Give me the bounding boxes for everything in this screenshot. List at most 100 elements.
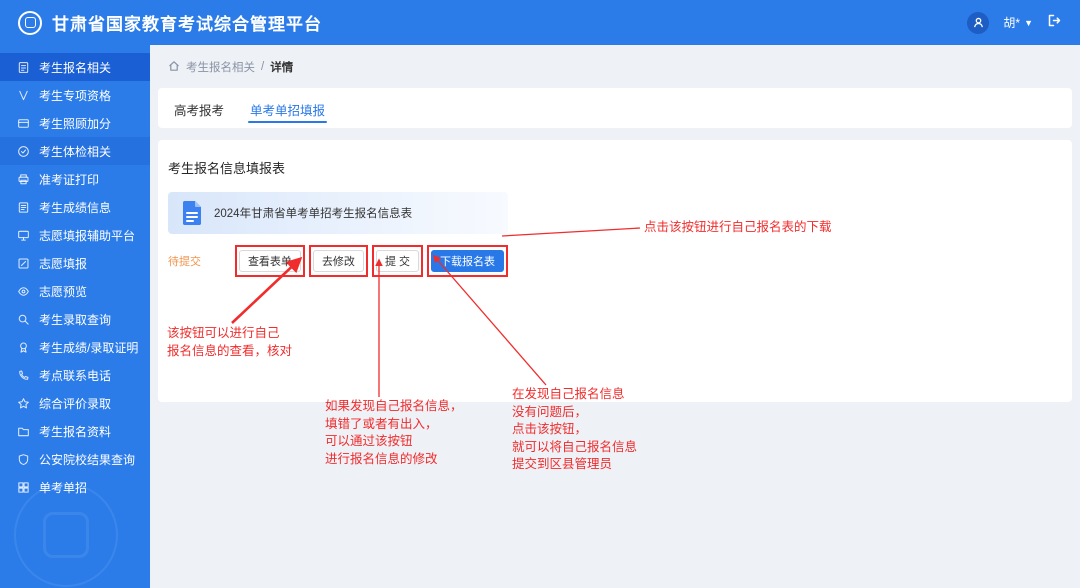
sidebar-item-1[interactable]: 考生报名相关: [0, 53, 150, 81]
score-list-icon: [17, 201, 30, 214]
sidebar-item-label: 公安院校结果查询: [39, 452, 136, 467]
modify-button-highlight-box: 去修改: [308, 245, 368, 277]
tab-2[interactable]: 单考单招填报: [246, 90, 329, 128]
annotation-line: 可以通过该按钮: [325, 434, 413, 448]
user-name: 胡*: [1003, 16, 1021, 30]
sidebar-item-9[interactable]: 志愿预览: [0, 277, 150, 305]
breadcrumb-separator: /: [261, 61, 265, 73]
sidebar-item-3[interactable]: 考生照顾加分: [0, 109, 150, 137]
download-annotation: 点击该按钮进行自己报名表的下载: [644, 219, 832, 237]
top-header: 甘肃省国家教育考试综合管理平台 胡* ▼: [0, 0, 1080, 45]
evaluation-star-icon: [17, 397, 30, 410]
sidebar-item-6[interactable]: 考生成绩信息: [0, 193, 150, 221]
sidebar-item-14[interactable]: 考生报名资料: [0, 417, 150, 445]
annotation-line: 报名信息的查看，核对: [167, 343, 293, 358]
annotation-line: 在发现自己报名信息: [512, 387, 625, 401]
sidebar-watermark-logo: [14, 483, 118, 587]
volunteer-edit-icon: [17, 257, 30, 270]
sidebar-item-label: 考点联系电话: [39, 368, 112, 383]
annotation-line: 该按钮可以进行自己: [167, 326, 280, 340]
logout-icon[interactable]: [1047, 13, 1062, 33]
section-title: 考生报名信息填报表: [168, 161, 286, 176]
platform-logo-icon: [18, 10, 42, 35]
sidebar-item-label: 准考证打印: [39, 172, 100, 187]
sidebar-item-13[interactable]: 综合评价录取: [0, 389, 150, 417]
print-ticket-icon: [17, 173, 30, 186]
home-icon[interactable]: [168, 60, 180, 75]
sidebar-item-label: 考生录取查询: [39, 312, 112, 327]
sidebar-item-label: 考生成绩/录取证明: [39, 340, 139, 355]
view-form-button[interactable]: 查看表单: [238, 250, 301, 272]
user-avatar-icon[interactable]: [967, 11, 990, 34]
sidebar-item-15[interactable]: 公安院校结果查询: [0, 445, 150, 473]
annotation-line: 点击该按钮，: [512, 422, 588, 436]
submit-button-highlight-box: 提 交: [371, 245, 423, 277]
sidebar-item-label: 志愿填报: [39, 256, 88, 271]
sidebar-item-12[interactable]: 考点联系电话: [0, 361, 150, 389]
main-area: 考生报名相关 / 详情 高考报考 单考单招填报 考生报名信息填报表 2024年甘肃…: [150, 45, 1080, 588]
content-card: 考生报名信息填报表 2024年甘肃省单考单招考生报名信息表 待提交 查看表单 去修…: [158, 140, 1072, 402]
sidebar-item-label: 考生照顾加分: [39, 116, 112, 131]
chevron-down-icon: ▼: [1024, 17, 1033, 28]
sidebar-item-label: 考生报名相关: [39, 60, 112, 75]
registration-doc-icon: [17, 61, 30, 74]
annotation-line: 填错了或者有出入，: [325, 416, 438, 431]
tabs-bar: 高考报考 单考单招填报: [158, 88, 1072, 128]
annotation-line: 就可以将自己报名信息: [512, 439, 638, 454]
qualification-v-icon: [17, 89, 30, 102]
button-group: 查看表单 去修改提 交下载报名表: [234, 245, 508, 277]
breadcrumb-current: 详情: [270, 62, 294, 74]
volunteer-preview-icon: [17, 285, 30, 298]
submit-annotation: 在发现自己报名信息 没有问题后， 点击该按钮， 就可以将自己报名信息 提交到区县管理员: [512, 386, 637, 474]
user-menu[interactable]: 胡* ▼: [1003, 14, 1033, 31]
sidebar-item-label: 考生报名资料: [39, 424, 112, 439]
single-exam-grid-icon: [17, 481, 30, 494]
view-annotation: 该按钮可以进行自己 报名信息的查看，核对: [167, 325, 292, 360]
contact-phone-icon: [17, 369, 30, 382]
sidebar-item-label: 考生成绩信息: [39, 200, 112, 215]
annotation-line: 没有问题后，: [512, 404, 588, 419]
annotation-line: 点击该按钮进行自己报名表的下载: [644, 220, 832, 234]
annotation-line: 提交到区县管理员: [512, 457, 613, 471]
bonus-card-icon: [17, 117, 30, 130]
breadcrumb-section[interactable]: 考生报名相关: [186, 59, 255, 75]
modify-annotation: 如果发现自己报名信息， 填错了或者有出入， 可以通过该按钮进行报名信息的修改: [325, 398, 463, 468]
sidebar-item-11[interactable]: 考生成绩/录取证明: [0, 333, 150, 361]
view-form-button-highlight-box: 查看表单: [234, 245, 305, 277]
sidebar-item-label: 考生专项资格: [39, 88, 112, 103]
sidebar-item-8[interactable]: 志愿填报: [0, 249, 150, 277]
sidebar-item-4[interactable]: 考生体检相关: [0, 137, 150, 165]
sidebar-item-5[interactable]: 准考证打印: [0, 165, 150, 193]
certificate-icon: [17, 341, 30, 354]
sidebar-item-label: 考生体检相关: [39, 144, 112, 159]
user-area: 胡* ▼: [967, 11, 1062, 34]
file-name: 2024年甘肃省单考单招考生报名信息表: [214, 208, 413, 220]
medical-check-icon: [17, 145, 30, 158]
tab-1[interactable]: 高考报考: [170, 90, 228, 128]
annotation-line: 进行报名信息的修改: [325, 451, 438, 466]
download-form-button[interactable]: 下载报名表: [431, 250, 504, 272]
sidebar-item-10[interactable]: 考生录取查询: [0, 305, 150, 333]
sidebar-item-7[interactable]: 志愿填报辅助平台: [0, 221, 150, 249]
breadcrumb: 考生报名相关 / 详情: [168, 59, 293, 75]
admission-search-icon: [17, 313, 30, 326]
registration-file-card: 2024年甘肃省单考单招考生报名信息表: [168, 192, 508, 234]
sidebar-item-label: 综合评价录取: [39, 396, 112, 411]
document-file-icon: [183, 201, 201, 225]
brand: 甘肃省国家教育考试综合管理平台: [18, 10, 322, 35]
assist-platform-icon: [17, 229, 30, 242]
submit-button[interactable]: 提 交: [375, 250, 419, 272]
police-shield-icon: [17, 453, 30, 466]
modify-button[interactable]: 去修改: [312, 250, 364, 272]
sidebar-menu: 考生报名相关 考生专项资格 考生照顾加分 考生体检相关 准考证打印考生成绩信息志愿填报辅…: [0, 53, 150, 501]
download-form-button-highlight-box: 下载报名表: [427, 245, 508, 277]
status-row: 待提交 查看表单 去修改提 交下载报名表: [168, 245, 508, 277]
sidebar: 考生报名相关 考生专项资格 考生照顾加分 考生体检相关 准考证打印考生成绩信息志愿填报辅…: [0, 45, 150, 588]
sidebar-item-label: 志愿预览: [39, 284, 88, 299]
annotation-line: 如果发现自己报名信息，: [325, 399, 463, 413]
material-folder-icon: [17, 425, 30, 438]
sidebar-item-2[interactable]: 考生专项资格: [0, 81, 150, 109]
app-title: 甘肃省国家教育考试综合管理平台: [52, 15, 322, 34]
status-badge: 待提交: [168, 256, 201, 268]
sidebar-item-label: 志愿填报辅助平台: [39, 228, 136, 243]
